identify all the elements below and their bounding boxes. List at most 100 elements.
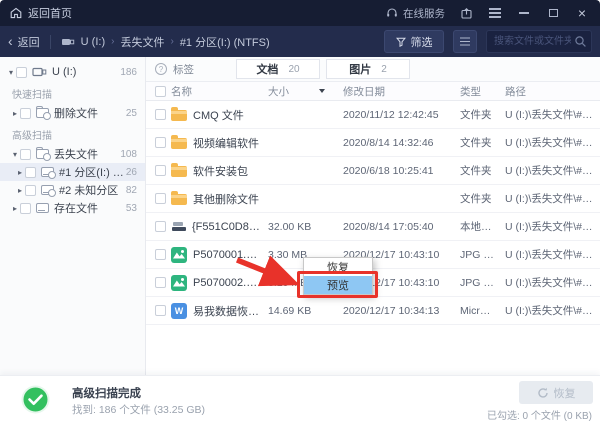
file-list-panel: ? 标签 文档 20 图片 2 名称 大小 修改日期 类型 路径 [146, 57, 600, 375]
column-header-size[interactable]: 大小 [260, 84, 335, 99]
row-checkbox[interactable] [155, 305, 166, 316]
table-row[interactable]: 软件安装包 2020/6/18 10:25:41 文件夹 U (I:)\丢失文件… [146, 157, 600, 185]
toolbar: ‹ 返回 U (I:) › 丢失文件 › #1 分区(I:) (NTFS) 筛选 [0, 26, 600, 57]
file-date: 2020/11/12 12:42:45 [335, 109, 450, 121]
row-checkbox[interactable] [155, 109, 166, 120]
tag-pill-pictures[interactable]: 图片 2 [326, 59, 410, 79]
expand-arrow-icon[interactable]: ▸ [15, 186, 25, 195]
titlebar: 返回首页 在线服务 × [0, 0, 600, 26]
recover-button[interactable]: 恢复 [519, 381, 593, 404]
tree-item-root-drive[interactable]: ▾ U (I:) 186 [0, 63, 145, 81]
file-type: 文件夹 [450, 191, 500, 206]
table-row[interactable]: W易我数据恢复... 14.69 KB 2020/12/17 10:34:13 … [146, 297, 600, 325]
selected-info: 已勾选: 0 个文件 (0 KB) [487, 407, 592, 422]
filter-button[interactable]: 筛选 [384, 30, 444, 53]
funnel-icon [396, 37, 406, 47]
view-mode-button[interactable] [453, 30, 477, 53]
table-row[interactable]: 其他删除文件 文件夹 U (I:)\丢失文件\#1 分... [146, 185, 600, 213]
context-menu-item-preview[interactable]: 预览 [304, 276, 372, 294]
context-menu-item-recover[interactable]: 恢复 [304, 258, 372, 276]
column-header-name[interactable]: 名称 [171, 84, 260, 99]
expand-arrow-icon[interactable]: ▸ [10, 109, 20, 118]
folder-lost-icon [36, 149, 49, 159]
collapse-arrow-icon[interactable]: ▾ [10, 150, 20, 159]
close-button[interactable]: × [574, 5, 590, 21]
help-icon[interactable]: ? [155, 63, 167, 75]
online-service-label: 在线服务 [403, 6, 445, 21]
expand-arrow-icon[interactable]: ▾ [6, 68, 16, 77]
home-button[interactable]: 返回首页 [10, 5, 72, 21]
tree-checkbox[interactable] [20, 149, 31, 160]
minimize-button[interactable] [516, 5, 532, 21]
file-type: 文件夹 [450, 107, 500, 122]
tree-checkbox[interactable] [20, 203, 31, 214]
file-path: U (I:)\丢失文件\#1 分... [500, 107, 600, 122]
maximize-button[interactable] [545, 5, 561, 21]
recover-icon [537, 387, 549, 399]
file-name: 视频编辑软件 [193, 135, 259, 151]
online-service-button[interactable]: 在线服务 [386, 6, 445, 21]
tree-item-count: 108 [120, 149, 137, 160]
row-checkbox[interactable] [155, 137, 166, 148]
table-row[interactable]: 视频编辑软件 2020/8/14 14:32:46 文件夹 U (I:)\丢失文… [146, 129, 600, 157]
breadcrumb-item-lost-files[interactable]: 丢失文件 [120, 34, 164, 50]
expand-arrow-icon[interactable]: ▸ [15, 168, 25, 177]
tree-checkbox[interactable] [25, 167, 36, 178]
tree-item-partition-2[interactable]: ▸ #2 未知分区 82 [0, 181, 145, 199]
feedback-button[interactable] [458, 5, 474, 21]
list-view-icon [460, 41, 470, 43]
drive-icon [36, 203, 49, 213]
file-name: 易我数据恢复... [193, 303, 260, 319]
file-name: CMQ 文件 [193, 107, 244, 123]
breadcrumb: U (I:) › 丢失文件 › #1 分区(I:) (NTFS) [61, 34, 270, 50]
tree-checkbox[interactable] [16, 67, 27, 78]
file-size: 32.00 KB [260, 221, 335, 233]
row-checkbox[interactable] [155, 165, 166, 176]
file-type: 文件夹 [450, 135, 500, 150]
tree-checkbox[interactable] [20, 108, 31, 119]
breadcrumb-item-partition[interactable]: #1 分区(I:) (NTFS) [180, 34, 270, 50]
context-menu: 恢复 预览 [303, 257, 373, 295]
table-row[interactable]: CMQ 文件 2020/11/12 12:42:45 文件夹 U (I:)\丢失… [146, 101, 600, 129]
tree-item-lost-files[interactable]: ▾ 丢失文件 108 [0, 145, 145, 163]
tree-checkbox[interactable] [25, 185, 36, 196]
select-all-checkbox[interactable] [155, 86, 166, 97]
back-button-label: 返回 [18, 34, 40, 50]
row-checkbox[interactable] [155, 221, 166, 232]
table-row[interactable]: {F551C0D8-4D3... 32.00 KB 2020/8/14 17:0… [146, 213, 600, 241]
tree-item-count: 82 [126, 185, 137, 196]
tag-pill-documents[interactable]: 文档 20 [236, 59, 320, 79]
file-size: 14.69 KB [260, 305, 335, 317]
tree-item-label: 丢失文件 [54, 146, 98, 162]
column-header-path[interactable]: 路径 [500, 84, 600, 99]
table-row[interactable]: P5070002.JPG 3.19 MB 2020/12/17 10:43:10… [146, 269, 600, 297]
row-checkbox[interactable] [155, 249, 166, 260]
back-button[interactable]: ‹ 返回 [8, 34, 40, 50]
column-header-type[interactable]: 类型 [450, 84, 500, 99]
file-date: 2020/8/14 17:05:40 [335, 221, 450, 233]
maximize-icon [549, 9, 558, 17]
file-date: 2020/8/14 14:32:46 [335, 137, 450, 149]
row-checkbox[interactable] [155, 193, 166, 204]
file-type: Microsoft ... [450, 305, 500, 317]
tree-item-partition-1[interactable]: ▸ #1 分区(I:) (NTFS) 26 [0, 163, 145, 181]
expand-arrow-icon[interactable]: ▸ [10, 204, 20, 213]
tree-item-label: 存在文件 [54, 200, 98, 216]
table-row[interactable]: P5070001.JPG 3.30 MB 2020/12/17 10:43:10… [146, 241, 600, 269]
tree-item-label: 删除文件 [54, 105, 98, 121]
tree-item-deleted-files[interactable]: ▸ 删除文件 25 [0, 104, 145, 122]
tree-item-label: #2 未知分区 [59, 182, 118, 198]
tree-item-existing-files[interactable]: ▸ 存在文件 53 [0, 199, 145, 217]
folder-icon [171, 194, 187, 205]
file-name: 其他删除文件 [193, 191, 259, 207]
file-type: 本地磁盘 [450, 219, 500, 234]
home-icon [10, 7, 22, 19]
breadcrumb-item-drive[interactable]: U (I:) [81, 36, 105, 48]
row-checkbox[interactable] [155, 277, 166, 288]
tag-count: 2 [381, 64, 387, 75]
file-name: P5070001.JPG [193, 249, 260, 261]
folder-icon [171, 138, 187, 149]
column-header-date[interactable]: 修改日期 [335, 84, 450, 99]
disk-icon [172, 222, 186, 231]
main-menu-button[interactable] [487, 5, 503, 21]
